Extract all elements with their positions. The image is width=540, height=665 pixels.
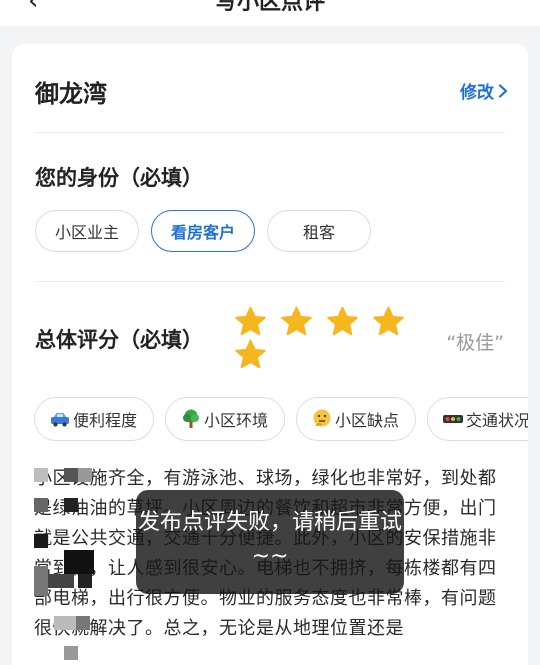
tag-label: 交通状况 (466, 411, 528, 430)
star-rating (234, 306, 424, 370)
tag-label: 小区缺点 (335, 411, 400, 430)
chevron-right-icon (498, 83, 508, 98)
tag-traffic[interactable]: 交通状况 (427, 397, 528, 441)
top-bar: ‹ 写小区点评 (0, 0, 540, 26)
community-name: 御龙湾 (35, 80, 107, 108)
page-title: 写小区点评 (214, 0, 325, 15)
tag-label: 小区环境 (204, 411, 269, 430)
identity-option-tenant[interactable]: 租客 (267, 210, 371, 252)
rating-title: 总体评分（必填） (35, 328, 203, 352)
rating-label: “极佳” (446, 332, 504, 354)
identity-option-owner[interactable]: 小区业主 (35, 210, 139, 252)
pixelated-redaction (34, 468, 108, 665)
identity-option-house-viewer[interactable]: 看房客户 (151, 210, 255, 252)
identity-title: 您的身份（必填） (35, 166, 203, 190)
car-icon (51, 413, 69, 427)
star-icon[interactable] (234, 339, 267, 370)
star-icon[interactable] (280, 306, 313, 337)
tag-drawbacks[interactable]: 小区缺点 (296, 397, 417, 441)
tag-convenience[interactable]: 便利程度 (34, 397, 155, 441)
traffic-light-icon (443, 415, 464, 423)
star-icon[interactable] (326, 306, 359, 337)
error-toast: 发布点评失败，请稍后重试~~ (136, 490, 404, 594)
tree-icon (183, 409, 200, 428)
edit-community-button[interactable]: 修改 (460, 78, 508, 103)
review-tags: 便利程度 小区环境 小区缺点 交通状况 (34, 397, 528, 441)
star-icon[interactable] (234, 306, 267, 337)
divider (35, 281, 505, 282)
edit-label: 修改 (460, 83, 494, 103)
thinking-face-icon (313, 409, 331, 427)
divider (35, 132, 505, 133)
tag-label: 便利程度 (73, 411, 138, 430)
tag-environment[interactable]: 小区环境 (165, 397, 286, 441)
identity-options: 小区业主 看房客户 租客 (35, 210, 371, 252)
star-icon[interactable] (372, 306, 405, 337)
